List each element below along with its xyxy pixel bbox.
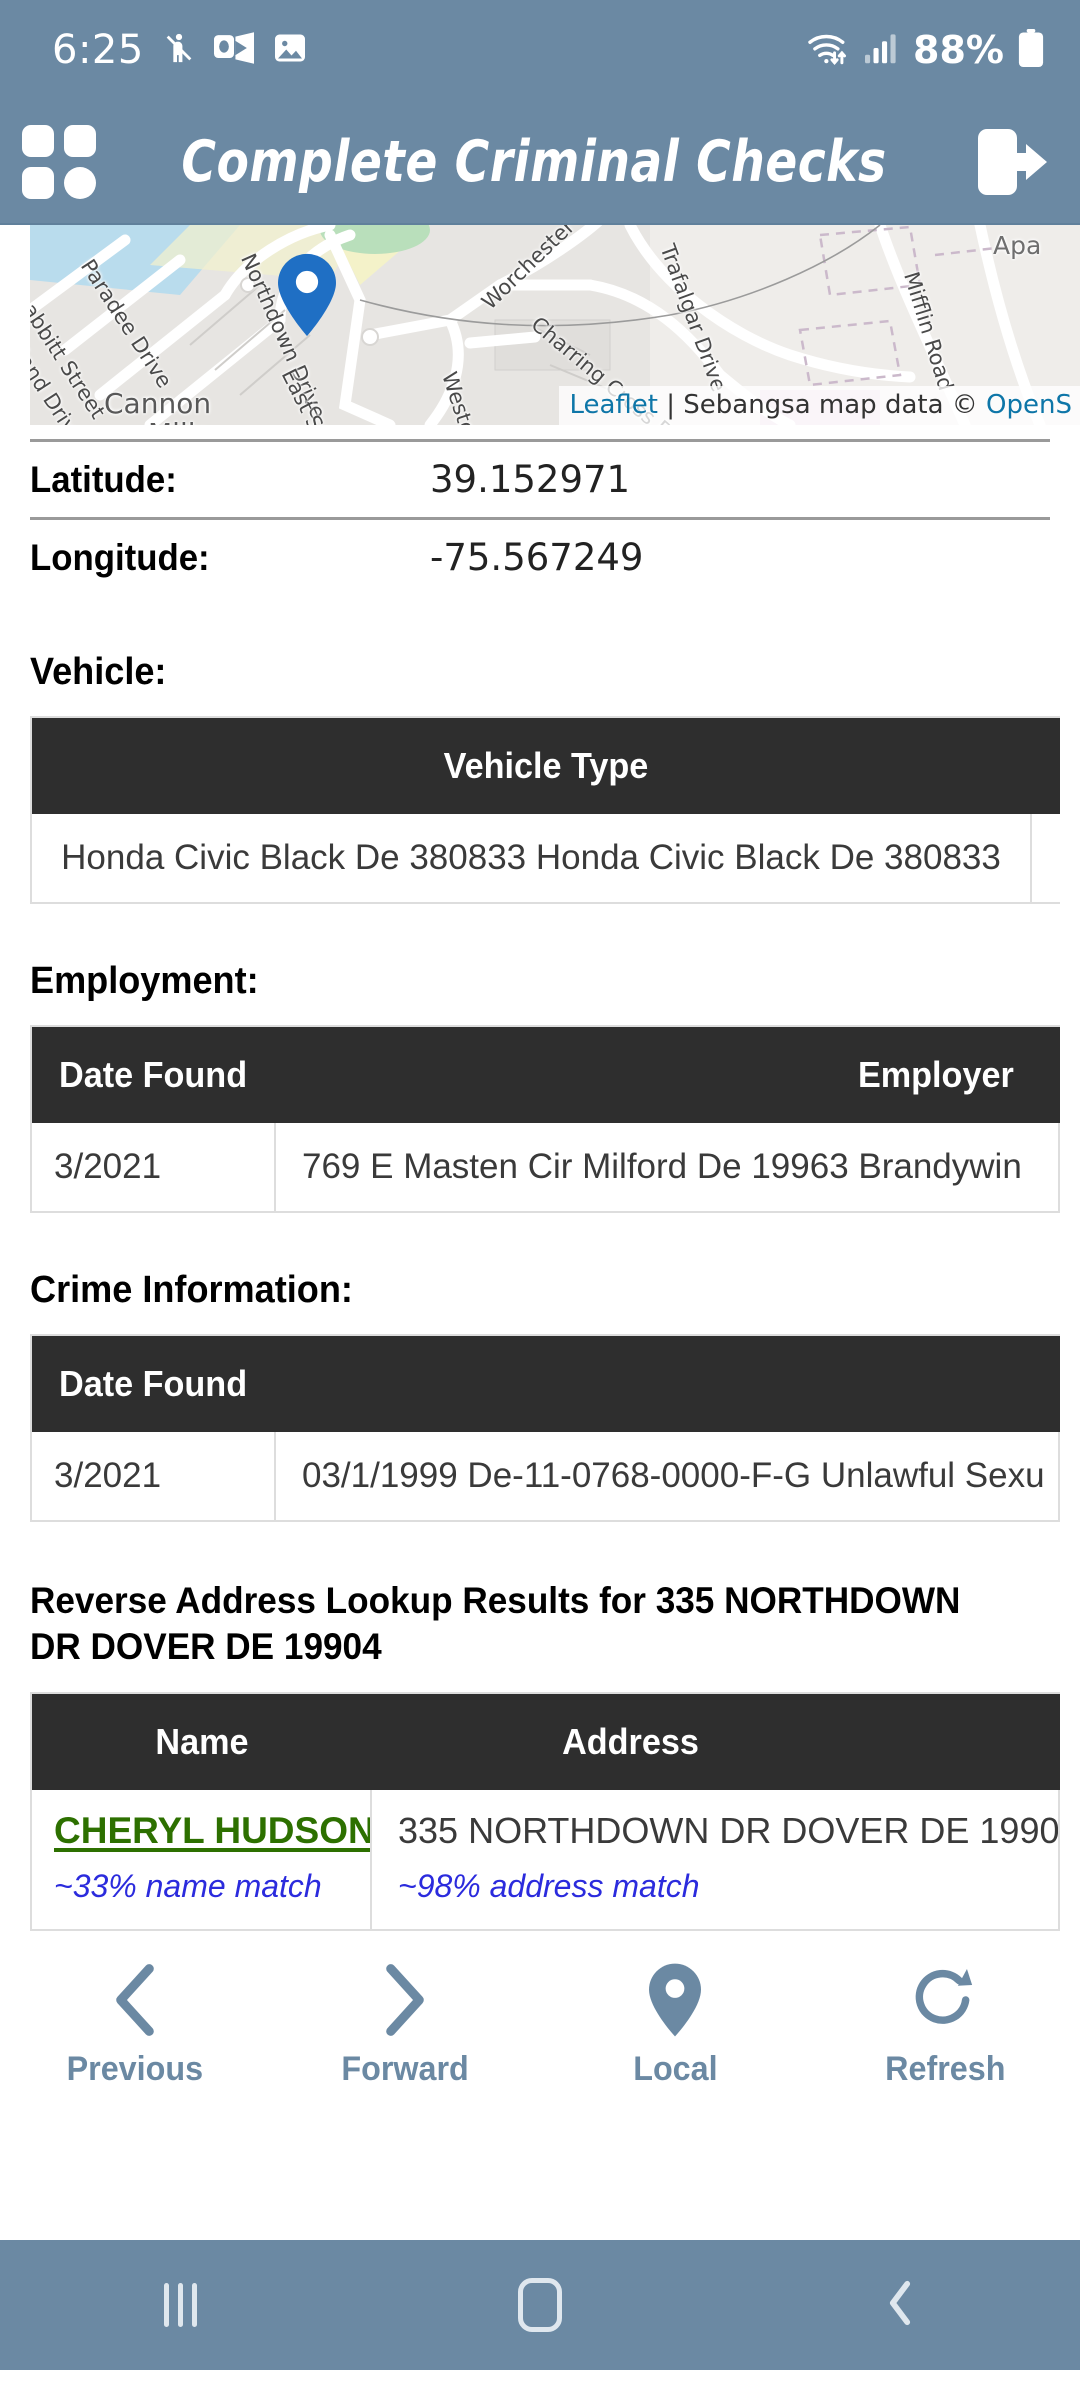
app-title: Complete Criminal Checks — [181, 128, 887, 195]
map-pin-icon — [649, 1960, 701, 2040]
local-button[interactable]: Local — [540, 1960, 810, 2089]
map-widget[interactable]: abbitt Street land Drive Paradee Drive N… — [30, 225, 1080, 425]
grid-cell — [22, 124, 54, 157]
crime-detail-cell: 03/1/1999 De-11-0768-0000-F-G Unlawful S… — [276, 1432, 1060, 1520]
home-button[interactable] — [360, 2278, 720, 2332]
leaflet-link[interactable]: Leaflet — [569, 390, 658, 420]
latitude-label: Latitude: — [30, 458, 177, 500]
chevron-right-icon — [379, 1960, 431, 2040]
map-label: Cannon — [104, 387, 212, 420]
do-not-disturb-icon — [162, 30, 196, 71]
osm-link[interactable]: OpenS — [986, 390, 1072, 420]
refresh-button[interactable]: Refresh — [810, 1960, 1080, 2089]
table-row: 3/2021 769 E Masten Cir Milford De 19963… — [32, 1123, 1060, 1211]
date-found-column-header: Date Found — [59, 1363, 248, 1404]
reverse-lookup-table-header: Name Address — [32, 1694, 1060, 1790]
status-bar-left: 6:25 — [52, 27, 308, 73]
grid-cell — [22, 166, 54, 199]
status-bar-right: 88% — [805, 28, 1044, 72]
address-column-header: Address — [562, 1721, 699, 1762]
signal-icon — [865, 32, 899, 69]
phone-screen: 6:25 88% Complete Criminal Checks abbitt… — [0, 0, 1080, 2400]
name-match-score: ~33% name match — [54, 1868, 322, 1904]
map-label: Apa — [993, 231, 1042, 260]
latitude-value: 39.152971 — [430, 458, 631, 501]
wifi-icon — [805, 30, 851, 71]
battery-percent: 88% — [913, 28, 1004, 72]
outlook-icon — [213, 31, 254, 70]
table-row: CHERYL HUDSON ~33% name match 335 NORTHD… — [32, 1790, 1060, 1929]
battery-icon — [1018, 28, 1044, 72]
employment-table-header: Date Found Employer — [32, 1027, 1060, 1123]
map-attribution: Leaflet | Sebangsa map data © OpenS — [559, 386, 1080, 425]
crime-table: Date Found 3/2021 03/1/1999 De-11-0768-0… — [30, 1334, 1060, 1522]
vehicle-heading: Vehicle: — [30, 651, 167, 693]
attribution-text: | Sebangsa map data © — [657, 390, 987, 420]
date-found-cell: 3/2021 — [32, 1432, 276, 1520]
forward-label: Forward — [341, 2049, 469, 2088]
employment-table: Date Found Employer 3/2021 769 E Masten … — [30, 1025, 1060, 1213]
recents-button[interactable] — [0, 2283, 360, 2327]
map-label: Mills — [148, 417, 210, 425]
home-icon — [518, 2278, 562, 2332]
grid-cell — [64, 124, 96, 157]
forward-button[interactable]: Forward — [270, 1960, 540, 2089]
grid-menu-icon[interactable] — [22, 124, 96, 199]
app-header-bar: Complete Criminal Checks — [0, 100, 1080, 225]
table-row: Honda Civic Black De 380833 Honda Civic … — [32, 814, 1060, 902]
date-found-column-header: Date Found — [59, 1054, 248, 1095]
reverse-lookup-heading: Reverse Address Lookup Results for 335 N… — [30, 1580, 961, 1667]
chevron-left-icon — [109, 1960, 161, 2040]
vehicle-type-column-header: Vehicle Type — [443, 745, 649, 786]
employer-cell: 769 E Masten Cir Milford De 19963 Brandy… — [276, 1123, 1060, 1211]
recents-icon — [163, 2283, 197, 2327]
map-pin-icon[interactable] — [278, 253, 336, 337]
address-text: 335 NORTHDOWN DR DOVER DE 19904 — [398, 1810, 1060, 1851]
grid-cell — [64, 166, 96, 199]
longitude-label: Longitude: — [30, 536, 210, 578]
latitude-row: Latitude: 39.152971 — [30, 439, 1050, 517]
reverse-lookup-table: Name Address CHERYL HUDSON ~33% name mat… — [30, 1692, 1060, 1931]
crime-table-header: Date Found — [32, 1336, 1060, 1432]
refresh-label: Refresh — [884, 2049, 1006, 2088]
crime-heading: Crime Information: — [30, 1269, 353, 1311]
logout-icon[interactable] — [972, 123, 1050, 201]
photos-icon — [272, 30, 308, 71]
local-label: Local — [632, 2049, 718, 2088]
status-bar: 6:25 88% — [0, 0, 1080, 100]
previous-label: Previous — [66, 2049, 204, 2088]
vehicle-table-header: Vehicle Type — [32, 718, 1060, 814]
page-content: abbitt Street land Drive Paradee Drive N… — [0, 225, 1080, 2240]
back-icon — [883, 2279, 917, 2332]
app-bottom-toolbar: Previous Forward Local Refresh — [0, 1931, 1080, 2117]
status-time: 6:25 — [52, 27, 144, 73]
person-name-link[interactable]: CHERYL HUDSON — [54, 1810, 370, 1852]
date-found-cell: 3/2021 — [32, 1123, 276, 1211]
employer-column-header: Employer — [857, 1054, 1014, 1095]
longitude-value: -75.567249 — [430, 536, 644, 579]
name-cell: CHERYL HUDSON ~33% name match — [32, 1790, 372, 1929]
coordinates-list: Latitude: 39.152971 Longitude: -75.56724… — [30, 439, 1050, 595]
android-navigation-bar — [0, 2240, 1080, 2370]
address-match-score: ~98% address match — [398, 1868, 700, 1904]
vehicle-type-cell: Honda Civic Black De 380833 Honda Civic … — [32, 814, 1032, 902]
name-column-header: Name — [155, 1721, 249, 1762]
previous-button[interactable]: Previous — [0, 1960, 270, 2089]
refresh-icon — [914, 1960, 976, 2040]
address-cell: 335 NORTHDOWN DR DOVER DE 19904 ~98% add… — [372, 1790, 1060, 1929]
vehicle-table: Vehicle Type Honda Civic Black De 380833… — [30, 716, 1060, 904]
back-button[interactable] — [720, 2279, 1080, 2332]
table-row: 3/2021 03/1/1999 De-11-0768-0000-F-G Unl… — [32, 1432, 1060, 1520]
employment-heading: Employment: — [30, 960, 259, 1002]
longitude-row: Longitude: -75.567249 — [30, 517, 1050, 595]
